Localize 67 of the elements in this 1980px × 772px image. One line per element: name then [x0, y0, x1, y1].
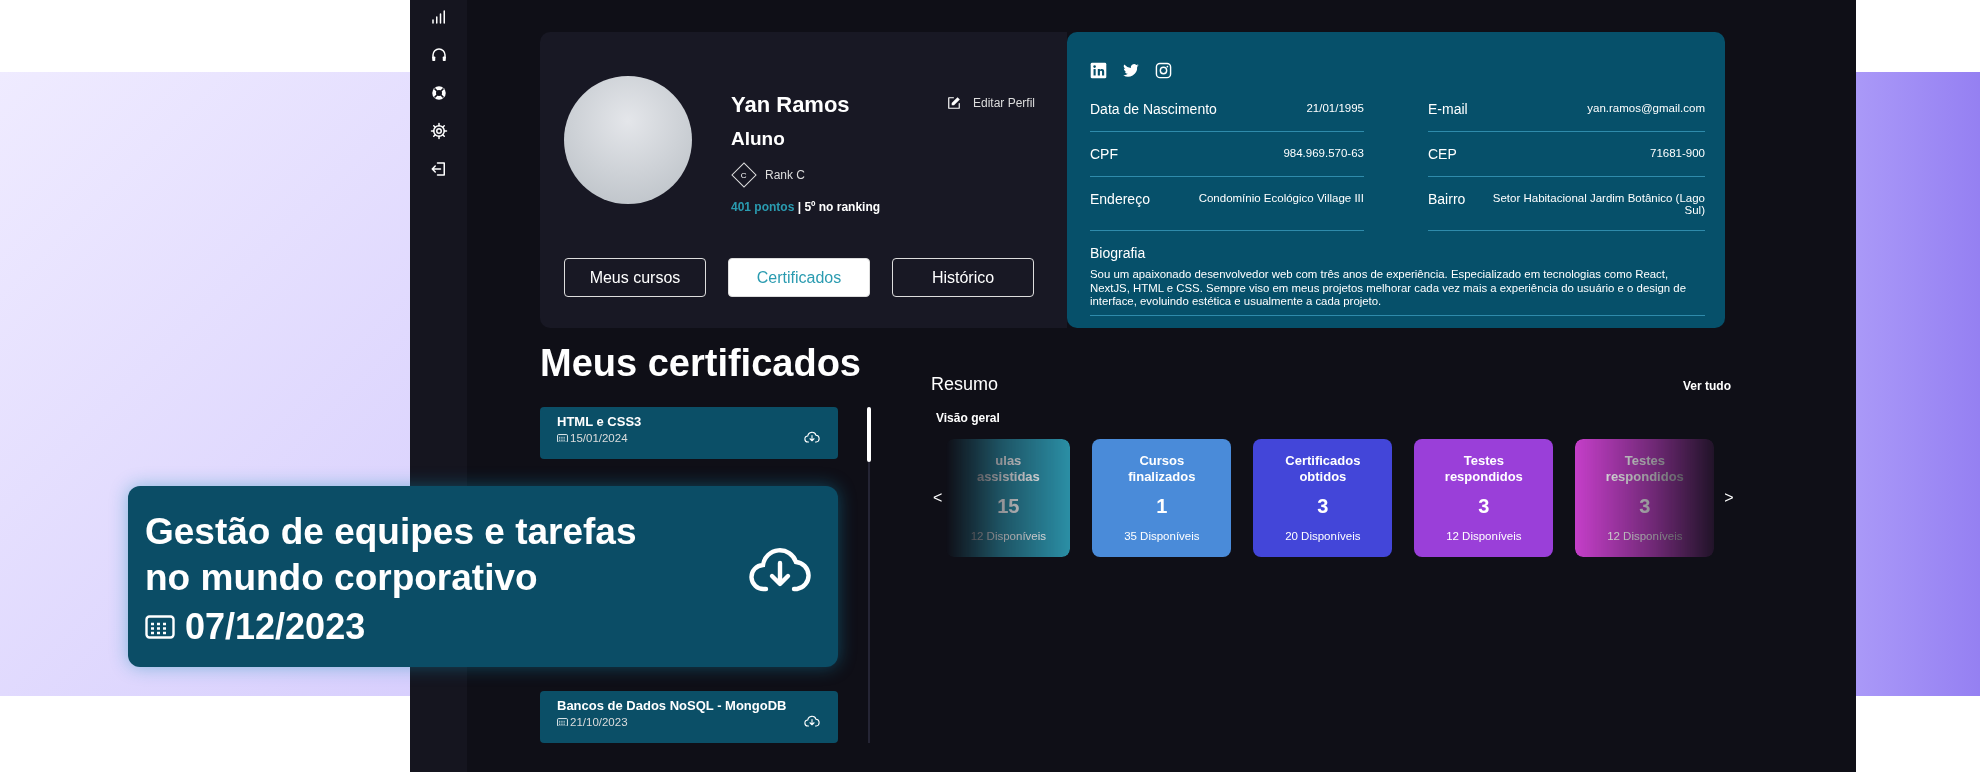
camera-icon: [1155, 62, 1172, 79]
see-all-link[interactable]: Ver tudo: [1683, 379, 1731, 393]
certificate-name: HTML e CSS3: [557, 414, 642, 429]
certificate-date: 21/10/2023: [570, 716, 628, 728]
cloud-download-icon[interactable]: [804, 430, 820, 443]
certificate-date: 15/01/2024: [570, 432, 628, 444]
previous-button[interactable]: <: [931, 489, 945, 507]
points: 401 pontos: [731, 200, 795, 214]
linkedin-icon: [1090, 62, 1107, 79]
field-value: 71681-900: [1650, 146, 1705, 159]
headphones-icon[interactable]: [429, 46, 448, 64]
field-label: Bairro: [1428, 191, 1466, 207]
certificate-date: 07/12/2023: [185, 605, 366, 648]
field-label: E-mail: [1428, 101, 1468, 117]
section-subtitle: Visão geral: [936, 411, 1001, 425]
stat-value: 1: [1156, 495, 1168, 518]
biography-text: Sou um apaixonado desenvolvedor web com três anos de experiência. Especializado em tecnologias como React, NextJS, HTML e CSS. Sempre viso em meus projetos melhorar cada vez mais a experiência do usuário e o design de interface, evoluindo estética e usualmente a cada projeto.: [1090, 268, 1687, 310]
certificate-card[interactable]: HTML e CSS3 15/01/2024: [540, 407, 838, 459]
field-value: Setor Habitacional Jardim Botânico (Lago Sul): [1491, 191, 1705, 216]
user-name: Yan Ramos: [731, 92, 851, 118]
settings-icon[interactable]: [429, 122, 448, 140]
field-label: Biografia: [1090, 245, 1147, 261]
field-value: 984.969.570-63: [1283, 146, 1364, 159]
stat-value: 3: [1639, 495, 1651, 518]
field-label: Endereço: [1090, 191, 1150, 207]
calendar-icon: [145, 614, 175, 639]
stat-title: ulas assistidas: [975, 453, 1041, 485]
ranking-position: | 5º no ranking: [796, 200, 881, 214]
stat-note: 20 Disponíveis: [1285, 530, 1361, 542]
tab[interactable]: Histórico: [892, 258, 1034, 297]
edit-profile-link[interactable]: Editar Perfil: [946, 76, 1035, 110]
field-label: Data de Nascimento: [1090, 101, 1217, 117]
certificate-name: Gestão de equipes e tarefas no mundo corporativo: [145, 510, 638, 600]
stat-title: Testes respondidos: [1604, 453, 1685, 485]
rank-label: Rank C: [765, 168, 805, 182]
certificate-card[interactable]: Gestão de equipes e tarefas no mundo corporativo 07/12/2023: [128, 486, 838, 667]
stat-note: 35 Disponíveis: [1124, 530, 1200, 542]
certificate-name: Bancos de Dados NoSQL - MongoDB: [557, 698, 787, 713]
stat-title: Cursos finalizados: [1127, 453, 1197, 485]
section-title: Meus certificados: [540, 342, 862, 385]
cloud-download-icon[interactable]: [804, 714, 820, 727]
field-value: 21/01/1995: [1306, 101, 1364, 114]
section-title: Resumo: [931, 374, 999, 395]
calendar-icon: [557, 717, 568, 727]
tab[interactable]: Meus cursos: [564, 258, 706, 297]
bird-icon: [1122, 62, 1140, 79]
field-value: yan.ramos@gmail.com: [1587, 101, 1705, 114]
next-button[interactable]: >: [1722, 489, 1736, 507]
edit-icon: [946, 96, 961, 110]
stat-value: 3: [1478, 495, 1490, 518]
stat-title: Certificados obtidos: [1284, 453, 1362, 485]
lifebuoy-icon[interactable]: [429, 84, 448, 102]
scrollbar-thumb[interactable]: [867, 407, 871, 462]
bar-chart-icon[interactable]: [429, 8, 448, 26]
stat-note: 12 Disponíveis: [1607, 530, 1683, 542]
user-role: Aluno: [731, 128, 786, 150]
calendar-icon: [557, 433, 568, 443]
logout-icon[interactable]: [429, 160, 448, 178]
stat-value: 3: [1317, 495, 1329, 518]
stat-note: 12 Disponíveis: [970, 530, 1047, 542]
field-value: Condomínio Ecológico Village III: [1198, 191, 1364, 204]
field-label: CPF: [1090, 146, 1118, 162]
field-label: CEP: [1428, 146, 1457, 162]
stat-title: Testes respondidos: [1443, 453, 1524, 485]
stat-note: 12 Disponíveis: [1446, 530, 1522, 542]
certificate-card[interactable]: Bancos de Dados NoSQL - MongoDB 21/10/2023: [540, 691, 838, 743]
stat-value: 15: [997, 495, 1020, 518]
